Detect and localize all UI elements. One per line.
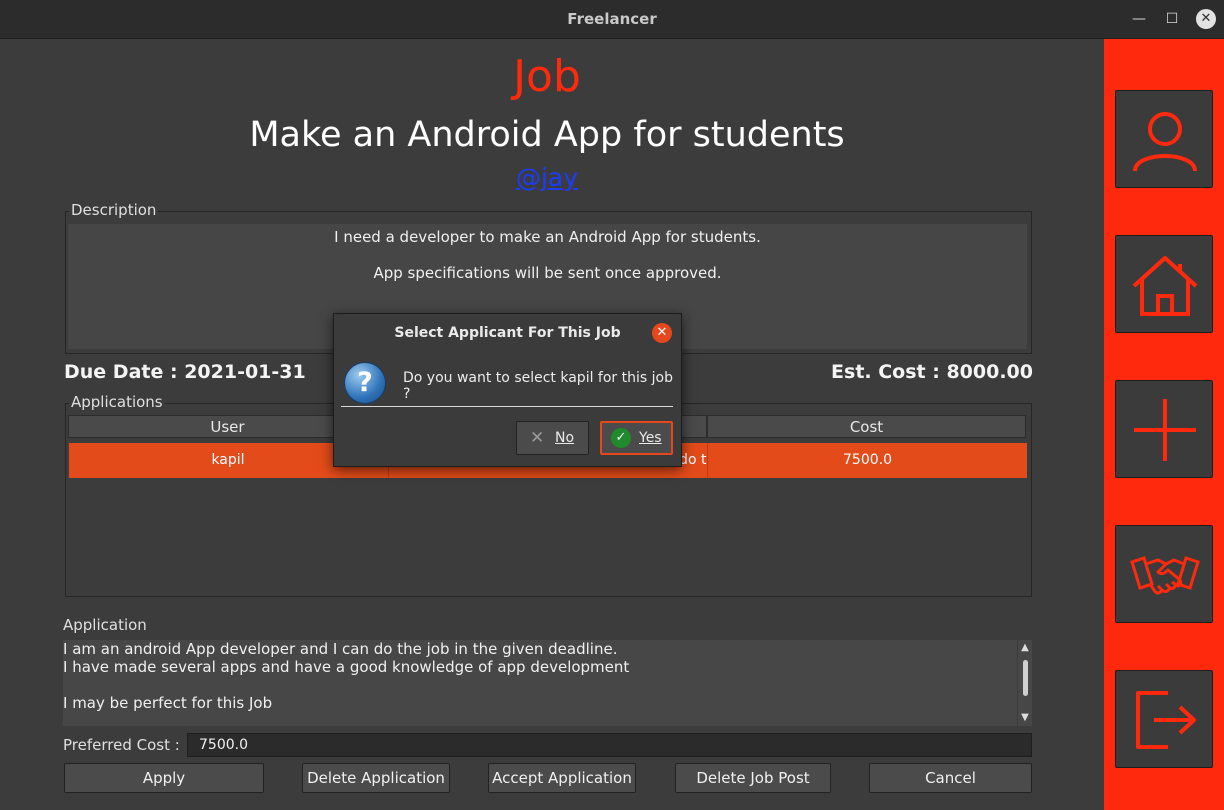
yes-button[interactable]: ✓ Yes — [600, 421, 673, 455]
logout-icon — [1136, 691, 1196, 749]
close-window-button[interactable]: ✕ — [1196, 9, 1216, 29]
job-heading: Job — [513, 51, 581, 102]
dialog-close-icon[interactable]: ✕ — [652, 323, 672, 343]
application-line: I am an android App developer and I can … — [63, 640, 618, 658]
x-icon: ✕ — [530, 428, 545, 448]
dialog-title: Select Applicant For This Job — [394, 325, 621, 341]
column-header-cost[interactable]: Cost — [707, 415, 1026, 438]
home-icon — [1132, 256, 1198, 316]
job-title: Make an Android App for students — [249, 115, 845, 155]
applications-label: Applications — [69, 393, 165, 411]
scroll-thumb[interactable] — [1023, 660, 1028, 696]
sidebar — [1104, 39, 1224, 810]
maximize-button[interactable]: ☐ — [1161, 8, 1183, 30]
preferred-cost-label: Preferred Cost : — [63, 736, 180, 754]
apply-button[interactable]: Apply — [64, 763, 264, 793]
window-title: Freelancer — [567, 10, 657, 28]
sidebar-item-profile[interactable] — [1115, 90, 1213, 188]
job-owner-link[interactable]: @jay — [0, 163, 1094, 192]
title-bar: Freelancer — ☐ ✕ — [0, 0, 1224, 39]
no-button[interactable]: ✕ No — [516, 421, 589, 455]
application-line: I may be perfect for this Job — [63, 694, 273, 712]
description-label: Description — [69, 201, 159, 219]
user-icon — [1133, 112, 1197, 172]
yes-button-label: Yes — [639, 430, 662, 446]
handshake-icon — [1130, 556, 1200, 595]
accept-application-button[interactable]: Accept Application — [488, 763, 636, 793]
select-applicant-dialog: Select Applicant For This Job ✕ ? Do you… — [333, 313, 682, 467]
due-date: Due Date : 2021-01-31 — [64, 361, 306, 383]
estimated-cost: Est. Cost : 8000.00 — [831, 361, 1033, 383]
scroll-down-icon[interactable]: ▼ — [1018, 712, 1032, 723]
application-line: I have made several apps and have a good… — [63, 658, 630, 676]
cancel-button[interactable]: Cancel — [869, 763, 1032, 793]
no-button-label: No — [555, 430, 575, 446]
scroll-up-icon[interactable]: ▲ — [1018, 642, 1032, 653]
sidebar-item-logout[interactable] — [1115, 670, 1213, 768]
plus-icon — [1134, 399, 1196, 461]
application-label: Application — [63, 616, 147, 634]
delete-job-post-button[interactable]: Delete Job Post — [675, 763, 831, 793]
description-line: I need a developer to make an Android Ap… — [334, 228, 761, 246]
application-line — [63, 676, 1017, 694]
sidebar-item-deals[interactable] — [1115, 525, 1213, 623]
question-icon: ? — [344, 362, 386, 404]
sidebar-item-home[interactable] — [1115, 235, 1213, 333]
dialog-message: Do you want to select kapil for this job… — [403, 370, 673, 402]
description-line: App specifications will be sent once app… — [373, 264, 722, 282]
application-textarea[interactable]: I am an android App developer and I can … — [63, 640, 1017, 726]
cell-cost: 7500.0 — [843, 452, 892, 468]
minimize-button[interactable]: — — [1128, 8, 1150, 30]
delete-application-button[interactable]: Delete Application — [302, 763, 450, 793]
sidebar-item-add[interactable] — [1115, 380, 1213, 478]
dialog-separator — [341, 406, 673, 407]
check-icon: ✓ — [611, 428, 631, 448]
application-scrollbar[interactable]: ▲ ▼ — [1018, 640, 1032, 726]
preferred-cost-input[interactable]: 7500.0 — [187, 733, 1032, 757]
